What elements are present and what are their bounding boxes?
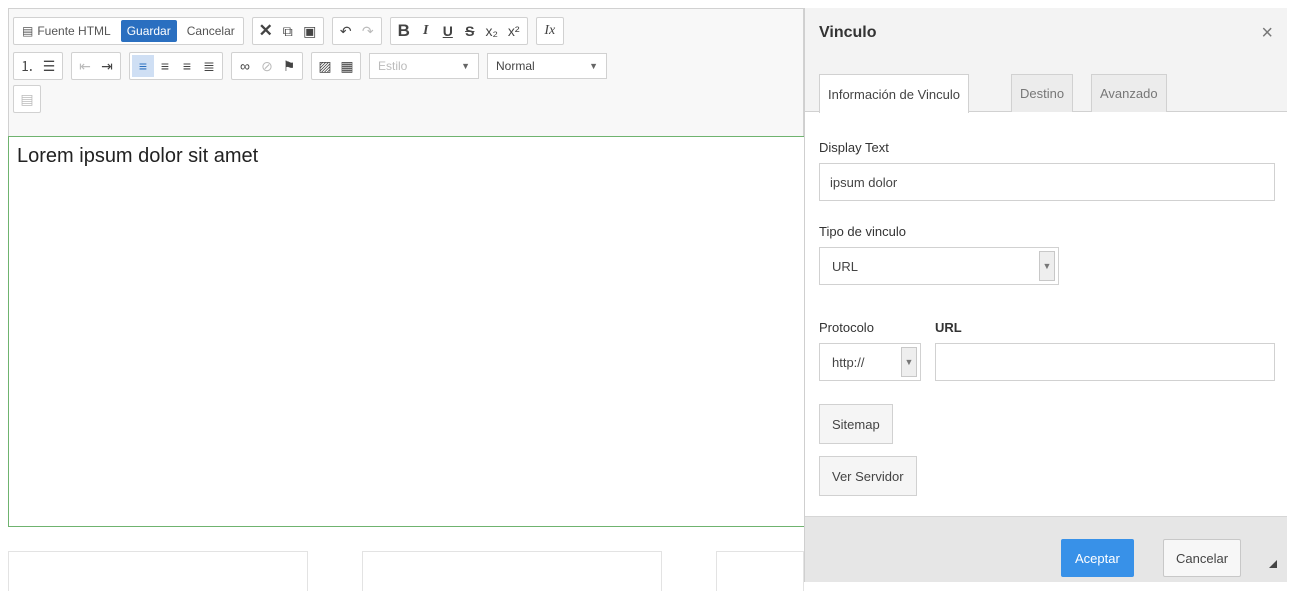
dialog-header: Vinculo × (805, 8, 1287, 68)
style-combo-value: Estilo (378, 59, 408, 73)
anchor-flag-icon[interactable]: ⚑ (278, 55, 300, 77)
source-button[interactable]: ▤ Fuente HTML (16, 20, 117, 42)
link-type-label: Tipo de vinculo (819, 224, 906, 239)
image-icon[interactable]: ▨ (314, 55, 336, 77)
document-group: ▤ Fuente HTML Guardar Cancelar (13, 17, 244, 45)
list-group: ⒈ ☰ (13, 52, 63, 80)
copy-icon[interactable]: ⧉ (277, 20, 299, 42)
url-input[interactable] (935, 343, 1275, 381)
link-type-value: URL (832, 258, 859, 274)
bottom-panel (8, 551, 308, 591)
tab-advanced[interactable]: Avanzado (1091, 74, 1167, 112)
remove-format-icon[interactable]: Ix (539, 20, 561, 42)
italic-icon[interactable]: I (415, 20, 437, 42)
bottom-panel (362, 551, 662, 591)
protocol-label: Protocolo (819, 320, 874, 335)
format-combo[interactable]: Normal ▼ (487, 53, 607, 79)
editor-text[interactable]: Lorem ipsum dolor sit amet (17, 145, 258, 168)
outdent-icon[interactable]: ⇤ (74, 55, 96, 77)
indent-group: ⇤ ⇥ (71, 52, 121, 80)
source-icon: ▤ (22, 24, 34, 38)
save-disk-icon[interactable]: ▤ (16, 88, 38, 110)
underline-icon[interactable]: U (437, 20, 459, 42)
superscript-icon[interactable]: x² (503, 20, 525, 42)
browse-server-button[interactable]: Ver Servidor (819, 456, 917, 496)
format-combo-value: Normal (496, 59, 535, 73)
cut-icon[interactable]: ✕ (255, 20, 277, 42)
strikethrough-icon[interactable]: S (459, 20, 481, 42)
ok-button[interactable]: Aceptar (1061, 539, 1134, 577)
numbered-list-icon[interactable]: ⒈ (16, 55, 38, 77)
table-icon[interactable]: ▦ (336, 55, 358, 77)
protocol-value: http:// (832, 354, 865, 370)
align-justify-icon[interactable]: ≣ (198, 55, 220, 77)
display-text-input[interactable]: ipsum dolor (819, 163, 1275, 201)
editor-toolbar: ▤ Fuente HTML Guardar Cancelar ✕ ⧉ ▣ ↶ ↷… (8, 8, 804, 136)
resize-handle-icon[interactable] (1269, 560, 1277, 568)
bulleted-list-icon[interactable]: ☰ (38, 55, 60, 77)
chevron-down-icon: ▼ (1039, 251, 1055, 281)
link-group: ∞ ⊘ ⚑ (231, 52, 303, 80)
dialog-cancel-button[interactable]: Cancelar (1163, 539, 1242, 577)
subscript-icon[interactable]: x₂ (481, 20, 503, 42)
basic-styles-group: B I U S x₂ x² (389, 17, 528, 45)
source-label: Fuente HTML (37, 24, 111, 38)
cancel-button[interactable]: Cancelar (181, 20, 241, 42)
align-right-icon[interactable]: ≡ (176, 55, 198, 77)
indent-icon[interactable]: ⇥ (96, 55, 118, 77)
paste-icon[interactable]: ▣ (299, 20, 321, 42)
sitemap-button[interactable]: Sitemap (819, 404, 893, 444)
protocol-select[interactable]: http:// ▼ (819, 343, 921, 381)
unlink-icon[interactable]: ⊘ (256, 55, 278, 77)
dialog-footer: Aceptar Cancelar (805, 516, 1287, 582)
save-button[interactable]: Guardar (120, 20, 177, 42)
url-label: URL (935, 320, 962, 335)
remove-format-group: Ix (535, 17, 564, 45)
link-type-select[interactable]: URL ▼ (819, 247, 1059, 285)
link-icon[interactable]: ∞ (234, 55, 256, 77)
display-text-label: Display Text (819, 140, 889, 155)
history-group: ↶ ↷ (331, 17, 382, 45)
align-left-icon[interactable]: ≡ (132, 55, 154, 77)
extra-group: ▤ (13, 85, 41, 113)
tab-target[interactable]: Destino (1011, 74, 1074, 112)
editor-content-area[interactable]: Lorem ipsum dolor sit amet (8, 136, 804, 527)
bottom-panel (716, 551, 804, 591)
chevron-down-icon: ▼ (589, 61, 598, 71)
link-dialog: Vinculo × Información de Vinculo Destino… (804, 8, 1287, 582)
dialog-title: Vinculo (819, 24, 877, 41)
chevron-down-icon: ▼ (901, 347, 917, 377)
undo-icon[interactable]: ↶ (335, 20, 357, 42)
close-icon[interactable]: × (1261, 22, 1273, 45)
chevron-down-icon: ▼ (461, 61, 470, 71)
redo-icon[interactable]: ↷ (357, 20, 379, 42)
bold-icon[interactable]: B (393, 20, 415, 42)
align-group: ≡ ≡ ≡ ≣ (129, 52, 223, 80)
align-center-icon[interactable]: ≡ (154, 55, 176, 77)
tab-link-info[interactable]: Información de Vinculo (819, 74, 970, 113)
dialog-tabs: Información de Vinculo Destino Avanzado (805, 68, 1287, 113)
style-combo[interactable]: Estilo ▼ (369, 53, 479, 79)
insert-group: ▨ ▦ (311, 52, 361, 80)
clipboard-group: ✕ ⧉ ▣ (251, 17, 324, 45)
